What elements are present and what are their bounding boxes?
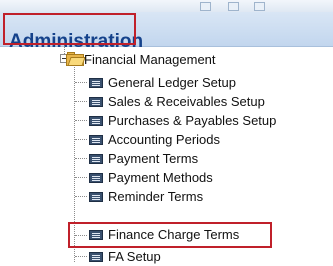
- form-icon: [89, 135, 103, 145]
- tree-item-general-ledger-setup[interactable]: General Ledger Setup: [70, 74, 320, 92]
- tree-item-reminder-terms[interactable]: Reminder Terms: [70, 188, 320, 206]
- tree-item-label: Purchases & Payables Setup: [108, 113, 277, 128]
- form-icon: [89, 252, 103, 262]
- toolbar-icon[interactable]: [200, 2, 211, 11]
- tree-item-payment-terms[interactable]: Payment Terms: [70, 150, 320, 168]
- toolbar-icon[interactable]: [228, 2, 239, 11]
- folder-open-icon: [66, 52, 86, 66]
- tree-connector: [64, 46, 65, 54]
- tree-item-accounting-periods[interactable]: Accounting Periods: [70, 131, 320, 149]
- tree-item-fa-setup[interactable]: FA Setup: [70, 248, 320, 266]
- tree-item-label: Payment Methods: [108, 170, 213, 185]
- highlight-box-header: [3, 13, 136, 45]
- tree-item-payment-methods[interactable]: Payment Methods: [70, 169, 320, 187]
- tree-item-sales-receivables-setup[interactable]: Sales & Receivables Setup: [70, 93, 320, 111]
- highlight-box-finance-charge-terms: [68, 222, 272, 248]
- form-icon: [89, 116, 103, 126]
- form-icon: [89, 173, 103, 183]
- tree-item-label: Accounting Periods: [108, 132, 221, 147]
- form-icon: [89, 78, 103, 88]
- form-icon: [89, 97, 103, 107]
- tree-item-label: Sales & Receivables Setup: [108, 94, 265, 109]
- form-icon: [89, 154, 103, 164]
- tree-item-label: General Ledger Setup: [108, 75, 236, 90]
- form-icon: [89, 192, 103, 202]
- tree-item-label: Reminder Terms: [108, 189, 204, 204]
- toolbar-strip: [0, 0, 333, 12]
- tree-node-financial-management[interactable]: Financial Management: [84, 52, 216, 67]
- toolbar-icon[interactable]: [254, 2, 265, 11]
- tree-item-purchases-payables-setup[interactable]: Purchases & Payables Setup: [70, 112, 320, 130]
- tree-item-label: Payment Terms: [108, 151, 199, 166]
